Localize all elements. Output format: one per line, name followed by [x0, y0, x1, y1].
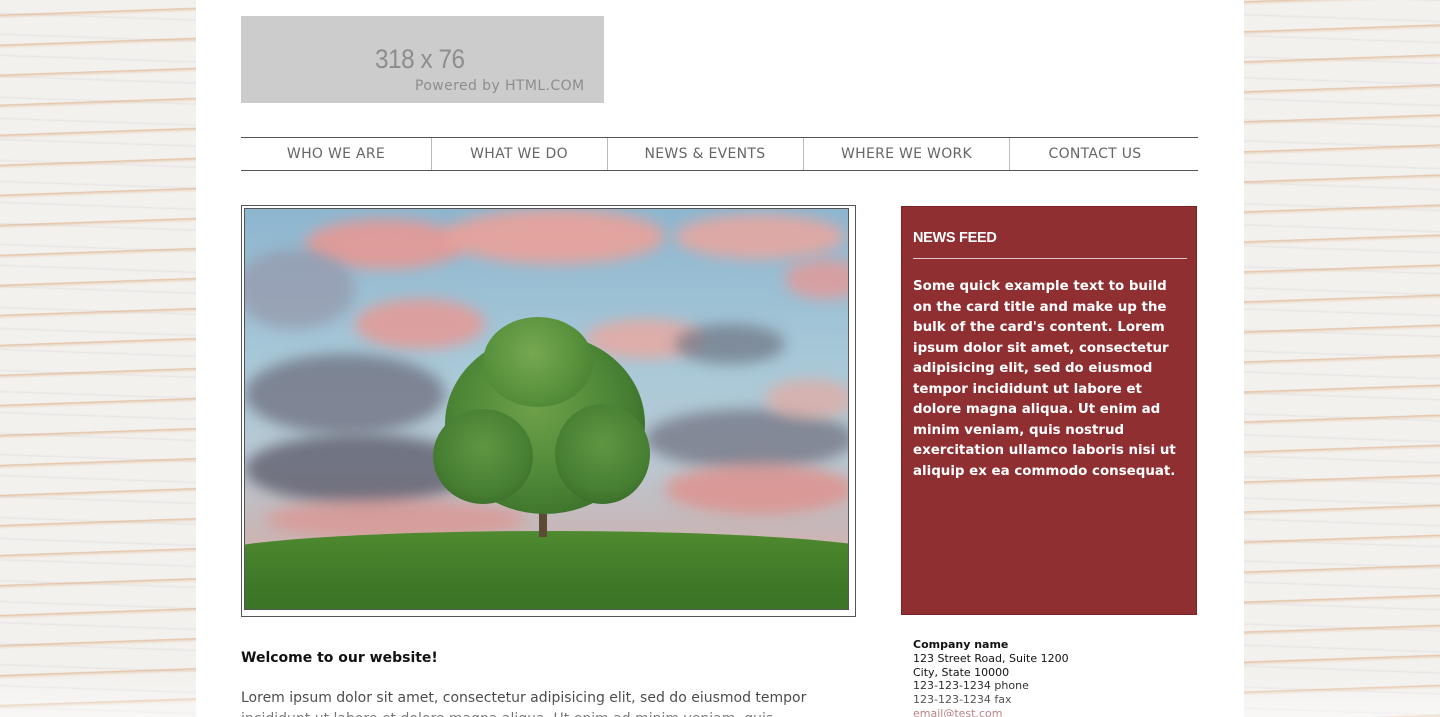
grass-hill: [245, 531, 848, 609]
welcome-heading: Welcome to our website!: [241, 650, 438, 666]
cloud: [245, 249, 355, 329]
welcome-paragraph: Lorem ipsum dolor sit amet, consectetur …: [241, 690, 807, 717]
nav-item-who-we-are[interactable]: WHO WE ARE: [241, 138, 431, 170]
contact-block: Company name 123 Street Road, Suite 1200…: [913, 638, 1069, 717]
hero-image: [244, 208, 849, 610]
cloud: [675, 214, 845, 259]
logo-size-text: 318 x 76: [375, 44, 465, 74]
cloud: [665, 464, 848, 514]
nav-item-contact-us[interactable]: CONTACT US: [1010, 138, 1180, 170]
page-container: 318 x 76 Powered by HTML.COM WHO WE ARE …: [196, 0, 1244, 717]
tree-foliage: [433, 409, 533, 504]
cloud: [355, 299, 485, 349]
page-background: { "logo": { "size_text": "318 x 76", "po…: [0, 0, 1440, 717]
news-feed-text: Some quick example text to build on the …: [913, 279, 1176, 479]
logo-powered-text: Powered by HTML.COM: [415, 78, 585, 94]
main-nav: WHO WE ARE WHAT WE DO NEWS & EVENTS WHER…: [241, 137, 1198, 171]
address-street: 123 Street Road, Suite 1200: [913, 651, 1069, 665]
tree-foliage: [483, 317, 593, 407]
cloud: [445, 209, 665, 264]
cloud: [245, 354, 445, 434]
logo-placeholder[interactable]: 318 x 76 Powered by HTML.COM: [241, 16, 604, 103]
tree-foliage: [555, 404, 650, 504]
cloud: [675, 324, 785, 364]
cloud: [765, 379, 848, 419]
hero-image-frame: [241, 205, 856, 617]
news-feed-title: NEWS FEED: [913, 230, 997, 246]
address-city: City, State 10000: [913, 665, 1010, 679]
company-name: Company name: [913, 638, 1009, 651]
nav-item-what-we-do[interactable]: WHAT WE DO: [432, 138, 606, 170]
news-feed-card: NEWS FEED Some quick example text to bui…: [901, 206, 1197, 615]
email-link[interactable]: email@test.com: [913, 707, 1002, 717]
phone-number: 123-123-1234 phone: [913, 679, 1029, 693]
news-feed-divider: [913, 258, 1187, 259]
fax-number: 123-123-1234 fax: [913, 693, 1012, 707]
cloud: [785, 259, 848, 299]
nav-item-where-we-work[interactable]: WHERE WE WORK: [804, 138, 1009, 170]
nav-item-news-events[interactable]: NEWS & EVENTS: [608, 138, 802, 170]
